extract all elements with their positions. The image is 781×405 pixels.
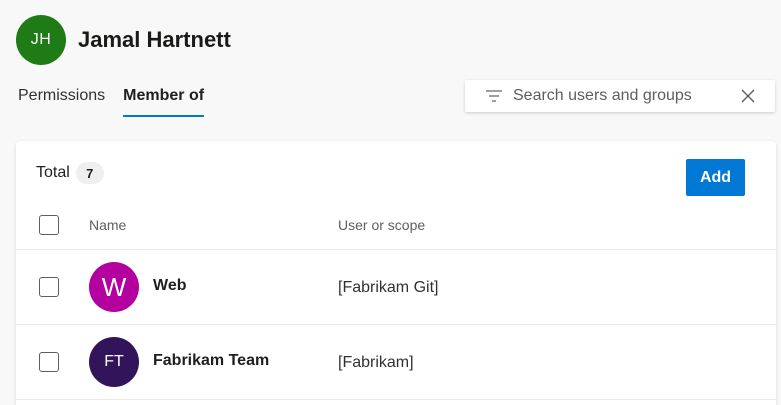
group-name: Fabrikam Team	[153, 352, 270, 369]
row-checkbox[interactable]	[39, 277, 59, 297]
members-card: Total 7 Add Name User or scope W Web [Fa…	[16, 141, 776, 405]
total-count: Total 7	[36, 162, 104, 184]
total-badge: 7	[75, 162, 104, 184]
group-scope: [Fabrikam]	[338, 354, 414, 371]
column-header-name[interactable]: Name	[89, 217, 126, 233]
close-icon[interactable]	[741, 89, 755, 103]
group-scope: [Fabrikam Git]	[338, 279, 439, 296]
tab-permissions[interactable]: Permissions	[18, 87, 105, 117]
user-page: JH Jamal Hartnett Permissions Member of …	[0, 0, 781, 405]
select-all-checkbox[interactable]	[39, 215, 59, 235]
search-box	[465, 80, 775, 112]
user-avatar: JH	[16, 15, 66, 65]
group-initials: FT	[104, 353, 124, 370]
add-button[interactable]: Add	[686, 159, 745, 196]
group-avatar: FT	[89, 337, 139, 387]
user-name: Jamal Hartnett	[78, 27, 231, 52]
row-checkbox[interactable]	[39, 352, 59, 372]
user-initials: JH	[30, 31, 52, 48]
group-initials: W	[101, 271, 127, 302]
group-name: Web	[153, 277, 187, 294]
user-header: JH Jamal Hartnett	[16, 15, 231, 65]
column-header-scope[interactable]: User or scope	[338, 217, 425, 233]
group-avatar: W	[89, 262, 139, 312]
tab-member-of[interactable]: Member of	[123, 87, 204, 117]
table-row[interactable]: FT Fabrikam Team [Fabrikam]	[16, 325, 776, 400]
table-header: Name User or scope	[16, 208, 776, 250]
tab-bar: Permissions Member of	[18, 87, 204, 117]
filter-icon[interactable]	[485, 89, 503, 103]
total-label: Total	[36, 164, 70, 181]
search-input[interactable]	[513, 87, 741, 105]
table-row[interactable]: W Web [Fabrikam Git]	[16, 250, 776, 325]
